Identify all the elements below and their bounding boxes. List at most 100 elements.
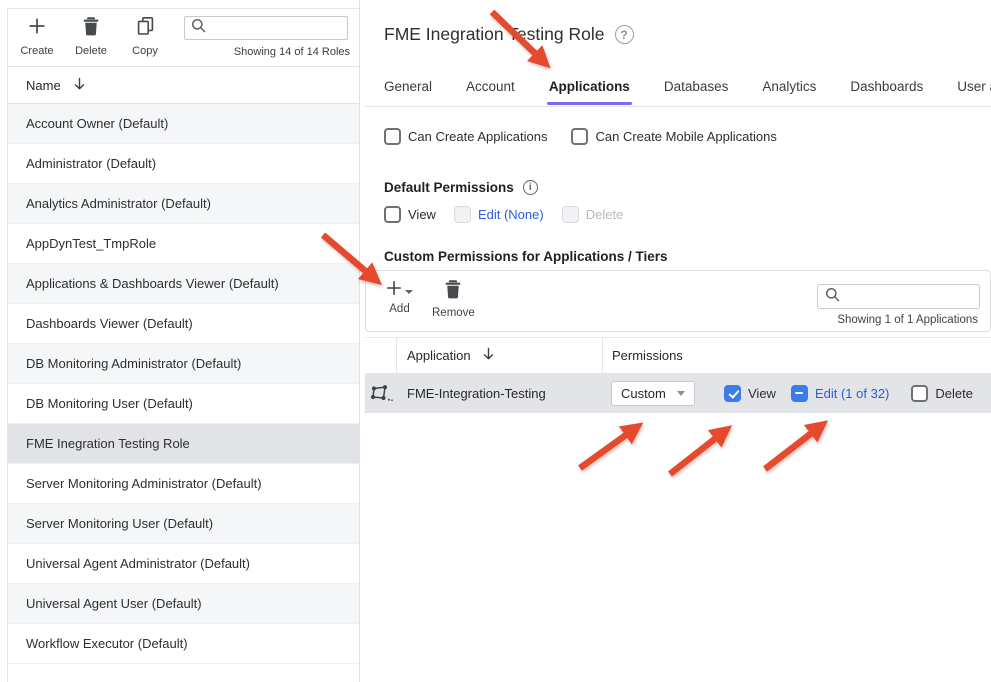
roles-list-header[interactable]: Name [8,67,359,104]
role-name: Account Owner (Default) [26,116,168,131]
can-create-checkbox-0[interactable] [384,128,401,145]
arrow-down-icon [73,77,86,94]
create-label: Create [20,45,53,57]
tab-general[interactable]: General [384,79,432,109]
list-item-role[interactable]: Account Owner (Default) [8,104,359,144]
tab-analytics[interactable]: Analytics [762,79,816,109]
applications-search-input[interactable] [845,290,973,304]
table-row-application[interactable]: FME-Integration-Testing Custom View Edit… [365,373,991,413]
permissions-column-header: Permissions [603,338,991,373]
list-item-role[interactable]: Server Monitoring User (Default) [8,504,359,544]
view-label: View [748,386,776,401]
role-name: Analytics Administrator (Default) [26,196,211,211]
delete-role-button[interactable]: Delete [68,16,114,57]
roles-list-panel: Create Delete [7,8,359,682]
list-item-role[interactable]: Workflow Executor (Default) [8,624,359,664]
role-detail-panel: FME Inegration Testing Role ? GeneralAcc… [360,0,991,682]
can-create-group-0: Can Create Applications [384,128,547,145]
role-name: AppDynTest_TmpRole [26,236,156,251]
default-permission-group-1: Edit (None) [454,206,544,223]
list-item-role[interactable]: DB Monitoring User (Default) [8,384,359,424]
role-name: Applications & Dashboards Viewer (Defaul… [26,276,279,291]
can-create-checkbox-1[interactable] [571,128,588,145]
add-label: Add [389,303,409,315]
search-icon [191,18,206,38]
list-item-role[interactable]: DB Monitoring Administrator (Default) [8,344,359,384]
help-icon[interactable]: ? [615,25,634,44]
can-create-options-row: Can Create Applications Can Create Mobile… [384,128,777,145]
applications-count-text: Showing 1 of 1 Applications [837,314,978,326]
delete-permission-group: Delete [911,385,973,402]
role-name: Workflow Executor (Default) [26,636,188,651]
search-icon [825,287,840,307]
tab-bar: General Account Applications Databases Analy… [384,79,991,109]
view-checkbox[interactable] [724,385,741,402]
default-permission-group-0: View [384,206,436,223]
default-permission-label-0: View [408,207,436,222]
application-name: FME-Integration-Testing [397,386,603,401]
plus-icon [27,16,47,41]
default-permissions-heading: Default Permissions [384,180,514,195]
arrow-down-icon [482,347,495,364]
tab-account[interactable]: Account [466,79,515,109]
role-name: DB Monitoring User (Default) [26,396,193,411]
edit-checkbox[interactable] [791,385,808,402]
trash-icon [444,279,462,304]
row-permissions-cell: Custom View Edit (1 of 32) Delete [603,381,991,406]
default-permission-checkbox-0[interactable] [384,206,401,223]
applications-search-box [817,284,980,309]
default-permission-label-1: Edit (None) [478,207,544,222]
delete-checkbox[interactable] [911,385,928,402]
edit-label[interactable]: Edit (1 of 32) [815,386,889,401]
tab-user-a[interactable]: User a [957,79,991,109]
role-name: Universal Agent Administrator (Default) [26,556,250,571]
can-create-label-0: Can Create Applications [408,129,547,144]
tab-applications[interactable]: Applications [549,79,630,109]
list-item-role[interactable]: Dashboards Viewer (Default) [8,304,359,344]
info-icon[interactable]: i [523,180,538,195]
remove-button[interactable]: Remove [432,279,475,319]
add-button[interactable]: Add [386,281,413,315]
can-create-label-1: Can Create Mobile Applications [595,129,776,144]
permissions-mode-value: Custom [621,386,666,401]
custom-permissions-toolbar: Add Remove Showing 1 of 1 Applicat [365,270,991,332]
default-permissions-heading-row: Default Permissions i [384,180,538,195]
permissions-mode-select[interactable]: Custom [611,381,695,406]
tab-databases[interactable]: Databases [664,79,729,109]
icon-column-header [365,338,397,373]
application-column-header[interactable]: Application [397,338,603,373]
list-item-role[interactable]: Analytics Administrator (Default) [8,184,359,224]
default-permission-checkbox-1 [454,206,471,223]
roles-search-input[interactable] [211,21,341,35]
delete-label: Delete [935,386,973,401]
list-item-role[interactable]: Administrator (Default) [8,144,359,184]
role-name: Dashboards Viewer (Default) [26,316,193,331]
application-flowmap-icon [365,384,397,403]
plus-icon [386,280,402,301]
list-item-role[interactable]: Server Monitoring Administrator (Default… [8,464,359,504]
default-permission-label-2: Delete [586,207,624,222]
can-create-group-1: Can Create Mobile Applications [571,128,776,145]
list-item-role[interactable]: Applications & Dashboards Viewer (Defaul… [8,264,359,304]
list-item-role[interactable]: Universal Agent Administrator (Default) [8,544,359,584]
delete-label: Delete [75,45,107,57]
list-item-role[interactable]: Universal Agent User (Default) [8,584,359,624]
roles-admin-page: Create Delete [0,0,991,682]
list-item-role[interactable]: FME Inegration Testing Role [8,424,359,464]
permissions-column-label: Permissions [612,348,683,363]
default-permission-checkbox-2 [562,206,579,223]
role-name: Universal Agent User (Default) [26,596,202,611]
roles-count-text: Showing 14 of 14 Roles [234,46,350,58]
roles-search-box [184,16,348,40]
create-role-button[interactable]: Create [16,16,58,57]
tab-dashboards[interactable]: Dashboards [850,79,923,109]
role-name: FME Inegration Testing Role [26,436,190,451]
role-name: Administrator (Default) [26,156,156,171]
copy-role-button[interactable]: Copy [124,16,166,57]
edit-permission-group: Edit (1 of 32) [791,385,889,402]
role-name: Server Monitoring Administrator (Default… [26,476,262,491]
default-permissions-options-row: View Edit (None) Delete [384,206,623,223]
chevron-down-icon [405,290,413,294]
list-item-role[interactable]: AppDynTest_TmpRole [8,224,359,264]
tabs-divider [365,106,991,107]
